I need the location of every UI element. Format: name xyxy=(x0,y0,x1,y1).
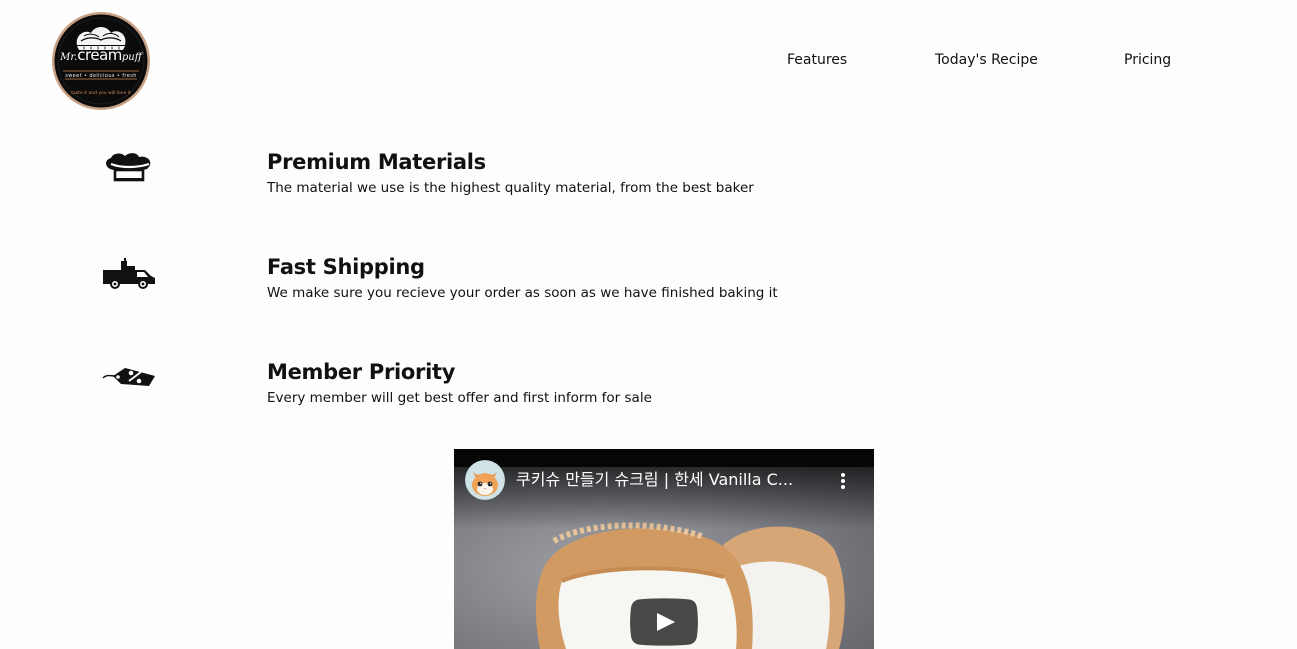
landing-page: Mr.creampuff sweet • delicious • fresh t… xyxy=(0,0,1297,649)
feature-fast-shipping: Fast Shipping We make sure you recieve y… xyxy=(0,253,1297,323)
video-title[interactable]: 쿠키슈 만들기 슈크림 | 한세 Vanilla C... xyxy=(516,469,834,491)
feature-title: Member Priority xyxy=(267,360,456,384)
cat-avatar-icon[interactable] xyxy=(465,460,505,500)
main-nav: Features Today's Recipe Pricing xyxy=(0,49,1297,71)
feature-title: Premium Materials xyxy=(267,150,486,174)
feature-description: The material we use is the highest quali… xyxy=(267,180,754,196)
logo-tagline: sweet • delicious • fresh xyxy=(65,73,137,79)
nav-link-features[interactable]: Features xyxy=(787,49,847,71)
video-embed[interactable]: 쿠키슈 만들기 슈크림 | 한세 Vanilla C... xyxy=(454,449,874,649)
logo-motto: taste it and you will love it xyxy=(71,91,131,96)
feature-member-priority: Member Priority Every member will get be… xyxy=(0,358,1297,428)
nav-link-pricing[interactable]: Pricing xyxy=(1124,49,1171,71)
chef-hat-icon xyxy=(101,152,157,184)
discount-tag-icon xyxy=(101,362,157,394)
delivery-truck-icon xyxy=(101,258,157,290)
header: Mr.creampuff sweet • delicious • fresh t… xyxy=(0,0,1297,122)
feature-title: Fast Shipping xyxy=(267,255,425,279)
feature-description: Every member will get best offer and fir… xyxy=(267,390,652,406)
play-button-icon[interactable] xyxy=(630,598,698,646)
video-top-bar xyxy=(454,449,874,467)
more-vert-icon[interactable] xyxy=(834,469,852,493)
feature-description: We make sure you recieve your order as s… xyxy=(267,285,778,301)
feature-premium-materials: Premium Materials The material we use is… xyxy=(0,148,1297,218)
nav-link-todays-recipe[interactable]: Today's Recipe xyxy=(935,49,1038,71)
